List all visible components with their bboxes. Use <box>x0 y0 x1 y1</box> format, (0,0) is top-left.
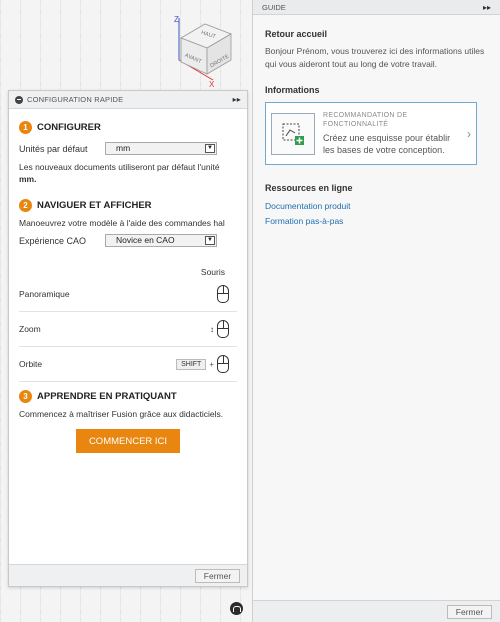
view-cube-graphic: Z X HAUT AVANT DROITE <box>174 15 232 89</box>
step1-title: CONFIGURER <box>37 122 101 133</box>
step3-title: APPRENDRE EN PRATIQUANT <box>37 391 177 402</box>
close-button[interactable]: Fermer <box>447 605 492 619</box>
nav-row-zoom: Zoom ↕ <box>19 312 237 347</box>
resources-heading: Ressources en ligne <box>265 183 353 193</box>
mouse-scroll-icon <box>217 320 229 338</box>
units-note-text: Les nouveaux documents utiliseront par d… <box>19 162 220 172</box>
step2-heading: 2 NAVIGUER ET AFFICHER <box>19 199 237 212</box>
units-select[interactable]: mm ▼ <box>105 142 217 155</box>
dropdown-arrow-icon: ▼ <box>205 236 215 245</box>
quick-setup-panel: CONFIGURATION RAPIDE ▸▸ 1 CONFIGURER Uni… <box>8 90 248 587</box>
step2-number: 2 <box>19 199 32 212</box>
guide-header: GUIDE ▸▸ <box>253 0 500 15</box>
guide-title: GUIDE <box>262 2 286 12</box>
step3-number: 3 <box>19 390 32 403</box>
quick-setup-header: CONFIGURATION RAPIDE ▸▸ <box>9 91 247 109</box>
link-product-documentation[interactable]: Documentation produit <box>265 201 488 212</box>
step3-heading: 3 APPRENDRE EN PRATIQUANT <box>19 390 237 403</box>
units-select-value: mm <box>116 143 131 153</box>
quick-setup-footer: Fermer <box>9 564 247 586</box>
start-here-button[interactable]: COMMENCER ICI <box>76 429 180 453</box>
card-description: Créez une esquisse pour établir les base… <box>323 133 451 155</box>
expand-arrows-icon[interactable]: ▸▸ <box>233 95 241 104</box>
link-step-by-step-training[interactable]: Formation pas-à-pas <box>265 216 488 227</box>
view-cube[interactable]: Z X HAUT AVANT DROITE <box>165 8 245 89</box>
welcome-heading: Retour accueil <box>265 29 328 39</box>
info-heading: Informations <box>265 85 320 95</box>
fusion-logo-icon <box>230 602 243 615</box>
nav-row-label: Zoom <box>19 324 41 334</box>
guide-panel: GUIDE ▸▸ Retour accueil Bonjour Prénom, … <box>252 0 500 622</box>
experience-select-value: Novice en CAO <box>116 235 175 245</box>
close-button[interactable]: Fermer <box>195 569 240 583</box>
step2-title: NAVIGUER ET AFFICHER <box>37 200 152 211</box>
step1-heading: 1 CONFIGURER <box>19 121 237 134</box>
scroll-arrows-icon: ↕ <box>210 324 214 334</box>
step3-intro: Commencez à maîtriser Fusion grâce aux d… <box>19 409 224 419</box>
mouse-column-header: Souris <box>200 267 225 277</box>
plus-sign: + <box>209 359 214 369</box>
nav-row-pan: Panoramique <box>19 277 237 312</box>
collapse-icon[interactable] <box>15 95 23 104</box>
axis-x-label: X <box>209 80 215 88</box>
units-label: Unités par défaut <box>19 143 88 154</box>
units-note: Les nouveaux documents utiliseront par d… <box>19 161 237 185</box>
step2-intro: Manoeuvrez votre modèle à l'aide des com… <box>19 218 225 228</box>
axis-z-label: Z <box>174 15 179 24</box>
guide-footer: Fermer <box>253 600 500 622</box>
expand-arrows-icon[interactable]: ▸▸ <box>483 3 491 12</box>
quick-setup-title: CONFIGURATION RAPIDE <box>27 95 124 104</box>
nav-row-orbit: Orbite SHIFT + <box>19 347 237 382</box>
mouse-middle-button-icon <box>217 285 229 303</box>
feature-recommendation-card[interactable]: RECOMMANDATION DE FONCTIONNALITÉ Créez u… <box>265 102 477 165</box>
nav-row-label: Orbite <box>19 359 43 369</box>
experience-select[interactable]: Novice en CAO ▼ <box>105 234 217 247</box>
experience-label: Expérience CAO <box>19 235 87 246</box>
shift-key-badge: SHIFT <box>176 358 207 370</box>
dropdown-arrow-icon: ▼ <box>205 144 215 153</box>
card-kicker: RECOMMANDATION DE FONCTIONNALITÉ <box>323 112 408 128</box>
units-note-bold: mm. <box>19 174 37 184</box>
step1-number: 1 <box>19 121 32 134</box>
chevron-right-icon: › <box>467 126 471 141</box>
nav-row-label: Panoramique <box>19 289 70 299</box>
welcome-text: Bonjour Prénom, vous trouverez ici des i… <box>265 46 485 69</box>
mouse-middle-button-icon <box>217 355 229 373</box>
sketch-icon <box>271 112 315 155</box>
